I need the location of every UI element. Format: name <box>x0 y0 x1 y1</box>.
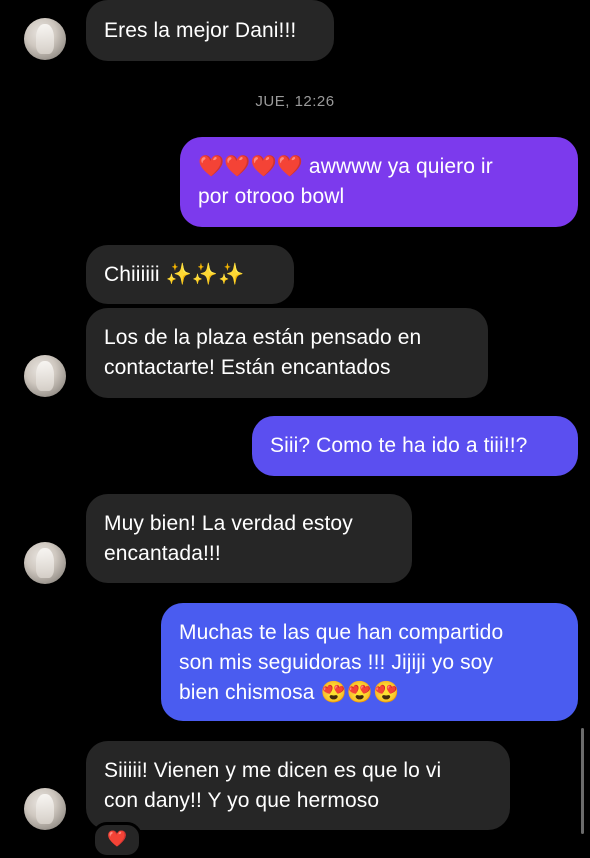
contact-avatar[interactable] <box>24 355 66 397</box>
message-bubble-outgoing[interactable]: Siii? Como te ha ido a tiii!!? <box>252 416 578 476</box>
message-bubble-incoming[interactable]: Chiiiiii ✨✨✨ <box>86 245 294 304</box>
heart-reaction-icon[interactable]: ❤️ <box>92 822 142 858</box>
message-bubble-incoming[interactable]: Siiiii! Vienen y me dicen es que lo vi c… <box>86 741 510 830</box>
scrollbar[interactable] <box>581 728 584 834</box>
message-bubble-outgoing[interactable]: Muchas te las que han compartido son mis… <box>161 603 578 721</box>
message-bubble-outgoing[interactable]: ❤️❤️❤️❤️ awwww ya quiero ir por otrooo b… <box>180 137 578 227</box>
contact-avatar[interactable] <box>24 788 66 830</box>
message-bubble-incoming[interactable]: Los de la plaza están pensado en contact… <box>86 308 488 398</box>
contact-avatar[interactable] <box>24 542 66 584</box>
message-bubble-incoming[interactable]: Muy bien! La verdad estoy encantada!!! <box>86 494 412 583</box>
contact-avatar[interactable] <box>24 18 66 60</box>
message-timestamp: JUE, 12:26 <box>255 93 335 110</box>
message-bubble-incoming[interactable]: Eres la mejor Dani!!! <box>86 0 334 61</box>
